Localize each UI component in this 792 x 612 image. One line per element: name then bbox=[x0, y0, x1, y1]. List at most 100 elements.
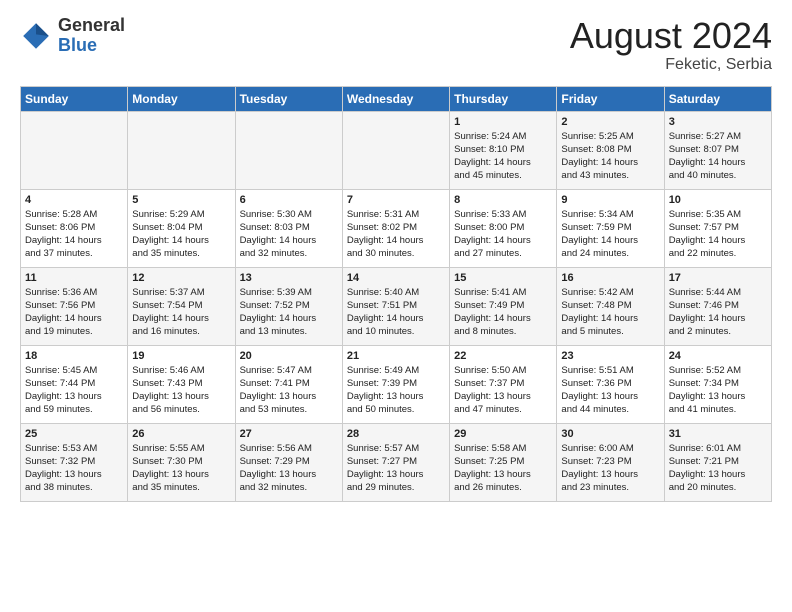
header-row: Sunday Monday Tuesday Wednesday Thursday… bbox=[21, 86, 772, 111]
cell-3-4: 22 Sunrise: 5:50 AM Sunset: 7:37 PM Dayli… bbox=[450, 345, 557, 423]
cell-2-0: 11 Sunrise: 5:36 AM Sunset: 7:56 PM Dayli… bbox=[21, 267, 128, 345]
logo: General Blue bbox=[20, 16, 125, 56]
week-row-0: 1 Sunrise: 5:24 AM Sunset: 8:10 PM Daylig… bbox=[21, 111, 772, 189]
cell-content: Sunrise: 5:58 AM Sunset: 7:25 PM Dayligh… bbox=[454, 442, 552, 495]
col-tuesday: Tuesday bbox=[235, 86, 342, 111]
day-number: 13 bbox=[240, 272, 338, 284]
day-number: 11 bbox=[25, 272, 123, 284]
cell-content: Sunrise: 5:33 AM Sunset: 8:00 PM Dayligh… bbox=[454, 208, 552, 261]
cell-4-0: 25 Sunrise: 5:53 AM Sunset: 7:32 PM Dayli… bbox=[21, 423, 128, 501]
cell-2-4: 15 Sunrise: 5:41 AM Sunset: 7:49 PM Dayli… bbox=[450, 267, 557, 345]
day-number: 9 bbox=[561, 194, 659, 206]
day-number: 27 bbox=[240, 428, 338, 440]
cell-content: Sunrise: 5:53 AM Sunset: 7:32 PM Dayligh… bbox=[25, 442, 123, 495]
cell-1-5: 9Sunrise: 5:34 AM Sunset: 7:59 PM Daylig… bbox=[557, 189, 664, 267]
cell-content: Sunrise: 5:28 AM Sunset: 8:06 PM Dayligh… bbox=[25, 208, 123, 261]
day-number: 19 bbox=[132, 350, 230, 362]
day-number: 2 bbox=[561, 116, 659, 128]
cell-content: Sunrise: 5:42 AM Sunset: 7:48 PM Dayligh… bbox=[561, 286, 659, 339]
cell-content: Sunrise: 5:24 AM Sunset: 8:10 PM Dayligh… bbox=[454, 130, 552, 183]
cell-3-0: 18 Sunrise: 5:45 AM Sunset: 7:44 PM Dayli… bbox=[21, 345, 128, 423]
cell-1-6: 10 Sunrise: 5:35 AM Sunset: 7:57 PM Dayli… bbox=[664, 189, 771, 267]
cell-3-1: 19 Sunrise: 5:46 AM Sunset: 7:43 PM Dayli… bbox=[128, 345, 235, 423]
cell-content: Sunrise: 5:40 AM Sunset: 7:51 PM Dayligh… bbox=[347, 286, 445, 339]
day-number: 21 bbox=[347, 350, 445, 362]
col-monday: Monday bbox=[128, 86, 235, 111]
week-row-3: 18 Sunrise: 5:45 AM Sunset: 7:44 PM Dayli… bbox=[21, 345, 772, 423]
cell-content: Sunrise: 5:35 AM Sunset: 7:57 PM Dayligh… bbox=[669, 208, 767, 261]
day-number: 8 bbox=[454, 194, 552, 206]
cell-content: Sunrise: 5:55 AM Sunset: 7:30 PM Dayligh… bbox=[132, 442, 230, 495]
cell-4-1: 26Sunrise: 5:55 AM Sunset: 7:30 PM Dayli… bbox=[128, 423, 235, 501]
cell-0-6: 3 Sunrise: 5:27 AM Sunset: 8:07 PM Daylig… bbox=[664, 111, 771, 189]
day-number: 28 bbox=[347, 428, 445, 440]
cell-4-5: 30Sunrise: 6:00 AM Sunset: 7:23 PM Dayli… bbox=[557, 423, 664, 501]
location: Feketic, Serbia bbox=[570, 56, 772, 74]
col-friday: Friday bbox=[557, 86, 664, 111]
cell-2-1: 12Sunrise: 5:37 AM Sunset: 7:54 PM Dayli… bbox=[128, 267, 235, 345]
cell-content: Sunrise: 5:50 AM Sunset: 7:37 PM Dayligh… bbox=[454, 364, 552, 417]
cell-content: Sunrise: 5:52 AM Sunset: 7:34 PM Dayligh… bbox=[669, 364, 767, 417]
day-number: 20 bbox=[240, 350, 338, 362]
cell-content: Sunrise: 6:00 AM Sunset: 7:23 PM Dayligh… bbox=[561, 442, 659, 495]
col-saturday: Saturday bbox=[664, 86, 771, 111]
day-number: 31 bbox=[669, 428, 767, 440]
cell-content: Sunrise: 5:45 AM Sunset: 7:44 PM Dayligh… bbox=[25, 364, 123, 417]
cell-0-1 bbox=[128, 111, 235, 189]
cell-1-1: 5 Sunrise: 5:29 AM Sunset: 8:04 PM Daylig… bbox=[128, 189, 235, 267]
day-number: 7 bbox=[347, 194, 445, 206]
day-number: 15 bbox=[454, 272, 552, 284]
cell-4-2: 27 Sunrise: 5:56 AM Sunset: 7:29 PM Dayli… bbox=[235, 423, 342, 501]
cell-content: Sunrise: 5:29 AM Sunset: 8:04 PM Dayligh… bbox=[132, 208, 230, 261]
cell-content: Sunrise: 5:41 AM Sunset: 7:49 PM Dayligh… bbox=[454, 286, 552, 339]
day-number: 3 bbox=[669, 116, 767, 128]
cell-3-6: 24 Sunrise: 5:52 AM Sunset: 7:34 PM Dayli… bbox=[664, 345, 771, 423]
cell-content: Sunrise: 5:31 AM Sunset: 8:02 PM Dayligh… bbox=[347, 208, 445, 261]
cell-3-2: 20Sunrise: 5:47 AM Sunset: 7:41 PM Dayli… bbox=[235, 345, 342, 423]
cell-0-4: 1 Sunrise: 5:24 AM Sunset: 8:10 PM Daylig… bbox=[450, 111, 557, 189]
cell-content: Sunrise: 5:27 AM Sunset: 8:07 PM Dayligh… bbox=[669, 130, 767, 183]
cell-0-3 bbox=[342, 111, 449, 189]
cell-content: Sunrise: 5:25 AM Sunset: 8:08 PM Dayligh… bbox=[561, 130, 659, 183]
col-sunday: Sunday bbox=[21, 86, 128, 111]
cell-0-5: 2 Sunrise: 5:25 AM Sunset: 8:08 PM Daylig… bbox=[557, 111, 664, 189]
day-number: 10 bbox=[669, 194, 767, 206]
cell-3-5: 23 Sunrise: 5:51 AM Sunset: 7:36 PM Dayli… bbox=[557, 345, 664, 423]
week-row-1: 4Sunrise: 5:28 AM Sunset: 8:06 PM Daylig… bbox=[21, 189, 772, 267]
calendar-table: Sunday Monday Tuesday Wednesday Thursday… bbox=[20, 86, 772, 502]
cell-4-4: 29Sunrise: 5:58 AM Sunset: 7:25 PM Dayli… bbox=[450, 423, 557, 501]
cell-1-0: 4Sunrise: 5:28 AM Sunset: 8:06 PM Daylig… bbox=[21, 189, 128, 267]
cell-3-3: 21 Sunrise: 5:49 AM Sunset: 7:39 PM Dayli… bbox=[342, 345, 449, 423]
col-thursday: Thursday bbox=[450, 86, 557, 111]
page: General Blue August 2024 Feketic, Serbia… bbox=[0, 0, 792, 512]
cell-content: Sunrise: 5:39 AM Sunset: 7:52 PM Dayligh… bbox=[240, 286, 338, 339]
day-number: 18 bbox=[25, 350, 123, 362]
day-number: 12 bbox=[132, 272, 230, 284]
cell-content: Sunrise: 5:44 AM Sunset: 7:46 PM Dayligh… bbox=[669, 286, 767, 339]
cell-content: Sunrise: 5:36 AM Sunset: 7:56 PM Dayligh… bbox=[25, 286, 123, 339]
cell-4-6: 31Sunrise: 6:01 AM Sunset: 7:21 PM Dayli… bbox=[664, 423, 771, 501]
cell-content: Sunrise: 5:30 AM Sunset: 8:03 PM Dayligh… bbox=[240, 208, 338, 261]
day-number: 24 bbox=[669, 350, 767, 362]
day-number: 5 bbox=[132, 194, 230, 206]
cell-0-0 bbox=[21, 111, 128, 189]
cell-2-6: 17Sunrise: 5:44 AM Sunset: 7:46 PM Dayli… bbox=[664, 267, 771, 345]
day-number: 23 bbox=[561, 350, 659, 362]
month-year: August 2024 bbox=[570, 16, 772, 56]
logo-icon bbox=[20, 20, 52, 52]
cell-1-2: 6 Sunrise: 5:30 AM Sunset: 8:03 PM Daylig… bbox=[235, 189, 342, 267]
logo-blue: Blue bbox=[58, 35, 97, 55]
cell-content: Sunrise: 5:56 AM Sunset: 7:29 PM Dayligh… bbox=[240, 442, 338, 495]
day-number: 22 bbox=[454, 350, 552, 362]
cell-2-2: 13 Sunrise: 5:39 AM Sunset: 7:52 PM Dayli… bbox=[235, 267, 342, 345]
col-wednesday: Wednesday bbox=[342, 86, 449, 111]
cell-content: Sunrise: 5:51 AM Sunset: 7:36 PM Dayligh… bbox=[561, 364, 659, 417]
day-number: 6 bbox=[240, 194, 338, 206]
cell-content: Sunrise: 5:46 AM Sunset: 7:43 PM Dayligh… bbox=[132, 364, 230, 417]
day-number: 25 bbox=[25, 428, 123, 440]
cell-content: Sunrise: 5:49 AM Sunset: 7:39 PM Dayligh… bbox=[347, 364, 445, 417]
week-row-2: 11 Sunrise: 5:36 AM Sunset: 7:56 PM Dayli… bbox=[21, 267, 772, 345]
day-number: 1 bbox=[454, 116, 552, 128]
cell-1-4: 8 Sunrise: 5:33 AM Sunset: 8:00 PM Daylig… bbox=[450, 189, 557, 267]
cell-content: Sunrise: 5:57 AM Sunset: 7:27 PM Dayligh… bbox=[347, 442, 445, 495]
